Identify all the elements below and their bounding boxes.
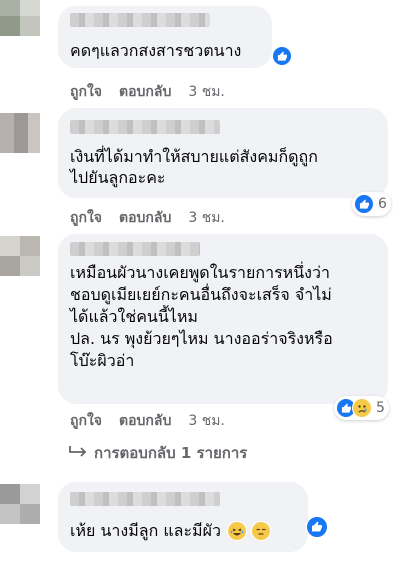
like-button[interactable]: ถูกใจ bbox=[70, 207, 102, 229]
comment-actions: ถูกใจ ตอบกลับ 3 ชม. bbox=[70, 81, 225, 103]
avatar[interactable] bbox=[0, 113, 40, 153]
comment-bubble: คดๆแลวกสงสารชวตนาง bbox=[58, 6, 272, 68]
commenter-name[interactable] bbox=[70, 13, 210, 27]
laughing-emoji-icon bbox=[226, 520, 247, 541]
comment-bubble: เงินที่ได้มาทำให้สบายแต่สังคมก็ดูถูก ไปย… bbox=[58, 108, 388, 198]
comment-text-body: เห้ย นางมีลูก และมีผัว bbox=[70, 521, 221, 540]
avatar[interactable] bbox=[0, 236, 40, 276]
comment-bubble: เห้ย นางมีลูก และมีผัว bbox=[58, 482, 308, 552]
thumbs-up-icon bbox=[272, 46, 292, 66]
thumbs-up-icon bbox=[354, 194, 374, 214]
view-replies-link[interactable]: การตอบกลับ 1 รายการ bbox=[68, 441, 247, 465]
timestamp[interactable]: 3 ชม. bbox=[188, 81, 225, 103]
like-button[interactable]: ถูกใจ bbox=[70, 410, 102, 432]
reply-button[interactable]: ตอบกลับ bbox=[119, 207, 171, 229]
view-replies-label: การตอบกลับ 1 รายการ bbox=[94, 444, 248, 462]
sad-emoji-icon bbox=[352, 398, 372, 418]
reaction-count: 5 bbox=[376, 400, 385, 416]
reaction-count: 6 bbox=[378, 196, 387, 212]
commenter-name[interactable] bbox=[70, 492, 220, 506]
reply-button[interactable]: ตอบกลับ bbox=[119, 81, 171, 103]
reaction-badge[interactable] bbox=[306, 516, 328, 538]
like-button[interactable]: ถูกใจ bbox=[70, 81, 102, 103]
timestamp[interactable]: 3 ชม. bbox=[188, 410, 225, 432]
comment-text: คดๆแลวกสงสารชวตนาง bbox=[70, 41, 242, 60]
comment-actions: ถูกใจ ตอบกลับ 3 ชม. bbox=[70, 410, 225, 432]
comment-actions: ถูกใจ ตอบกลับ 3 ชม. bbox=[70, 207, 225, 229]
reaction-badge[interactable]: 5 bbox=[334, 396, 389, 420]
comment-bubble: เหมือนผัวนางเคยพูดในรายการหนึ่งว่า ชอบดู… bbox=[58, 234, 388, 404]
comment-text: เห้ย นางมีลูก และมีผัว bbox=[70, 520, 298, 541]
reaction-badge[interactable]: 6 bbox=[352, 192, 391, 216]
commenter-name[interactable] bbox=[70, 242, 200, 256]
unamused-emoji-icon bbox=[250, 520, 271, 541]
thumbs-up-icon bbox=[306, 516, 328, 538]
timestamp[interactable]: 3 ชม. bbox=[188, 207, 225, 229]
comment-text: เหมือนผัวนางเคยพูดในรายการหนึ่งว่า ชอบดู… bbox=[70, 263, 333, 370]
reply-arrow-icon bbox=[68, 444, 88, 462]
commenter-name[interactable] bbox=[70, 120, 220, 134]
reaction-badge[interactable] bbox=[272, 46, 292, 66]
avatar[interactable] bbox=[0, 484, 40, 524]
reply-button[interactable]: ตอบกลับ bbox=[119, 410, 171, 432]
avatar[interactable] bbox=[0, 0, 40, 36]
comment-text: เงินที่ได้มาทำให้สบายแต่สังคมก็ดูถูก ไปย… bbox=[70, 147, 318, 187]
